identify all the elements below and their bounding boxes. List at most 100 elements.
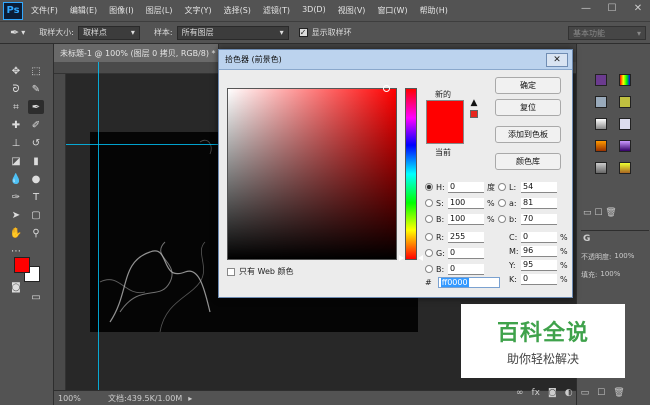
fx-icon[interactable]: fx xyxy=(532,388,541,398)
style-swatch[interactable] xyxy=(619,162,631,174)
style-swatch[interactable] xyxy=(619,140,631,152)
b-radio[interactable] xyxy=(425,215,433,223)
quick-select-tool-icon[interactable]: ✎ xyxy=(28,82,44,96)
mask-icon[interactable]: ◙ xyxy=(548,388,557,398)
k-input[interactable]: 0 xyxy=(521,273,557,285)
opacity-value[interactable]: 100% xyxy=(614,252,634,262)
g-input[interactable]: 0 xyxy=(448,247,484,259)
foreground-color-swatch[interactable] xyxy=(14,257,30,273)
menu-filter[interactable]: 滤镜(T) xyxy=(263,5,290,16)
hue-slider-right-arrow-icon[interactable] xyxy=(418,255,423,261)
ok-button[interactable]: 确定 xyxy=(495,77,561,94)
current-color-swatch[interactable] xyxy=(426,122,464,144)
brush-tool-icon[interactable]: ✐ xyxy=(28,118,44,132)
style-swatch[interactable] xyxy=(595,140,607,152)
l-radio[interactable] xyxy=(498,183,506,191)
eraser-tool-icon[interactable]: ◪ xyxy=(8,154,24,168)
show-ring-checkbox[interactable]: ✓ xyxy=(298,28,308,37)
quick-mask-icon[interactable]: ◙ xyxy=(8,280,24,294)
h-input[interactable]: 0 xyxy=(448,181,484,193)
folder-icon[interactable]: ▭ xyxy=(581,388,590,398)
trash-icon[interactable]: 🗑 xyxy=(613,388,624,398)
adjustment-icon[interactable]: ◐ xyxy=(565,388,573,398)
eyedropper-tool-icon[interactable]: ✒ xyxy=(10,26,19,39)
type-tool-icon[interactable]: T xyxy=(28,190,44,204)
screen-mode-icon[interactable]: ▭ xyxy=(28,290,44,304)
hand-tool-icon[interactable]: ✋ xyxy=(8,226,24,240)
healing-tool-icon[interactable]: ✚ xyxy=(8,118,24,132)
r-input[interactable]: 255 xyxy=(448,231,484,243)
a-input[interactable]: 81 xyxy=(521,197,557,209)
maximize-button[interactable]: ☐ xyxy=(604,3,620,14)
lab-b-radio[interactable] xyxy=(498,215,506,223)
menu-edit[interactable]: 编辑(E) xyxy=(70,5,97,16)
eyedropper-tool-icon[interactable]: ✒ xyxy=(28,100,44,114)
style-swatch[interactable] xyxy=(595,96,607,108)
fill-value[interactable]: 100% xyxy=(600,270,620,280)
workspace-select[interactable]: 基本功能 ▾ xyxy=(568,26,646,40)
gradient-tool-icon[interactable]: ▮ xyxy=(28,154,44,168)
history-brush-icon[interactable]: ↺ xyxy=(28,136,44,150)
style-swatch[interactable] xyxy=(595,118,607,130)
hex-input[interactable]: ff0000 xyxy=(437,277,500,288)
hue-slider-left-arrow-icon[interactable] xyxy=(399,255,404,261)
menu-type[interactable]: 文字(Y) xyxy=(184,5,211,16)
c-input[interactable]: 0 xyxy=(521,231,557,243)
dodge-tool-icon[interactable]: ● xyxy=(28,172,44,186)
style-swatch[interactable] xyxy=(619,74,631,86)
gamut-warning-icon[interactable]: ▲ xyxy=(469,98,479,108)
path-select-tool-icon[interactable]: ➤ xyxy=(8,208,24,222)
m-input[interactable]: 96 xyxy=(521,245,557,257)
y-input[interactable]: 95 xyxy=(521,259,557,271)
dialog-close-button[interactable]: ✕ xyxy=(546,53,568,67)
s-input[interactable]: 100 xyxy=(448,197,484,209)
pen-tool-icon[interactable]: ✑ xyxy=(8,190,24,204)
vertical-ruler[interactable] xyxy=(54,74,66,390)
menu-select[interactable]: 选择(S) xyxy=(224,5,251,16)
panel-icons[interactable]: ▭ ☐ 🗑 xyxy=(583,208,617,218)
menu-layer[interactable]: 图层(L) xyxy=(146,5,173,16)
marquee-tool-icon[interactable]: ⬚ xyxy=(28,64,44,78)
l-input[interactable]: 54 xyxy=(521,181,557,193)
close-window-button[interactable]: ✕ xyxy=(630,3,646,14)
b-input[interactable]: 100 xyxy=(448,213,484,225)
dialog-titlebar[interactable]: 拾色器 (前景色) xyxy=(219,50,572,70)
menu-3d[interactable]: 3D(D) xyxy=(302,5,326,16)
blue-input[interactable]: 0 xyxy=(448,263,484,275)
h-radio[interactable] xyxy=(425,183,433,191)
color-libraries-button[interactable]: 颜色库 xyxy=(495,153,561,170)
move-tool-icon[interactable]: ✥ xyxy=(8,64,24,78)
document-tab[interactable]: 未标题-1 @ 100% (图层 0 拷贝, RGB/8) * xyxy=(54,44,219,62)
a-radio[interactable] xyxy=(498,199,506,207)
add-to-swatches-button[interactable]: 添加到色板 xyxy=(495,126,561,143)
style-swatch[interactable] xyxy=(619,96,631,108)
style-swatch[interactable] xyxy=(619,118,631,130)
menu-window[interactable]: 窗口(W) xyxy=(377,5,407,16)
menu-view[interactable]: 视图(V) xyxy=(338,5,366,16)
lab-b-input[interactable]: 70 xyxy=(521,213,557,225)
stamp-tool-icon[interactable]: ⊥ xyxy=(8,136,24,150)
reset-button[interactable]: 复位 xyxy=(495,99,561,116)
style-swatch[interactable] xyxy=(595,74,607,86)
tool-preset-chevron-icon[interactable]: ▾ xyxy=(21,28,25,37)
style-swatch[interactable] xyxy=(595,162,607,174)
hue-slider[interactable] xyxy=(405,88,417,260)
zoom-tool-icon[interactable]: ⚲ xyxy=(28,226,44,240)
menu-image[interactable]: 图像(I) xyxy=(109,5,134,16)
link-icon[interactable]: ∞ xyxy=(516,388,524,398)
sample-size-select[interactable]: 取样点 ▾ xyxy=(77,25,140,40)
g-radio[interactable] xyxy=(425,249,433,257)
color-selection-marker[interactable] xyxy=(383,85,390,92)
r-radio[interactable] xyxy=(425,233,433,241)
minimize-button[interactable]: — xyxy=(578,3,594,14)
blur-tool-icon[interactable]: 💧 xyxy=(8,172,24,186)
menu-file[interactable]: 文件(F) xyxy=(31,5,58,16)
saturation-brightness-field[interactable] xyxy=(227,88,397,260)
crop-tool-icon[interactable]: ⌗ xyxy=(8,100,24,114)
zoom-level[interactable]: 100% xyxy=(58,394,96,403)
sample-select[interactable]: 所有图层 ▾ xyxy=(176,25,289,40)
shape-tool-icon[interactable]: ▢ xyxy=(28,208,44,222)
status-arrow-icon[interactable]: ▸ xyxy=(188,394,192,403)
s-radio[interactable] xyxy=(425,199,433,207)
menu-help[interactable]: 帮助(H) xyxy=(420,5,448,16)
